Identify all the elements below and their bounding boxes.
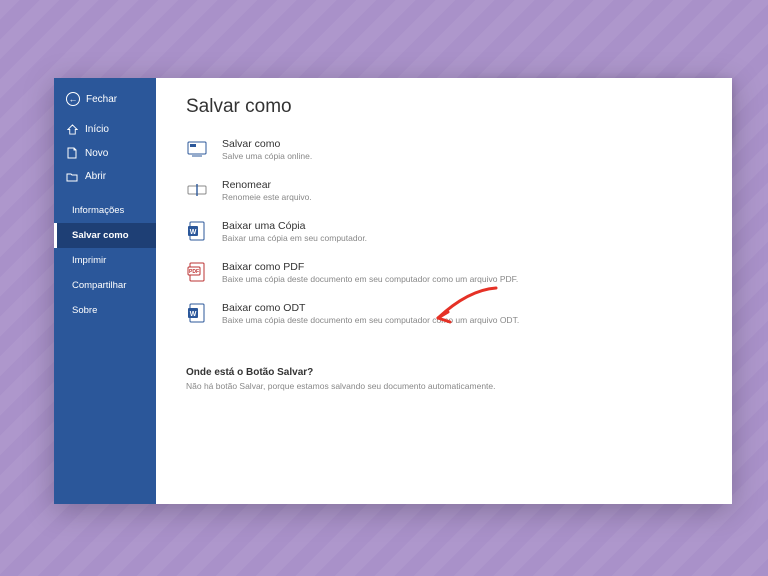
new-doc-icon [66,147,78,159]
option-desc: Baixar uma cópia em seu computador. [222,233,367,243]
sidebar-item-label: Novo [85,148,108,159]
option-baixar-copia[interactable]: W Baixar uma Cópia Baixar uma cópia em s… [186,214,706,255]
sidebar-item-sobre[interactable]: Sobre [54,298,156,323]
sidebar-item-salvar-como[interactable]: Salvar como [54,223,156,248]
back-button[interactable]: ← Fechar [54,86,156,118]
footer-answer: Não há botão Salvar, porque estamos salv… [186,381,706,391]
option-baixar-pdf[interactable]: PDF Baixar como PDF Baixe uma cópia dest… [186,255,706,296]
svg-text:W: W [190,229,197,236]
option-title: Salvar como [222,138,312,150]
option-desc: Baixe uma cópia deste documento em seu c… [222,315,519,325]
option-title: Baixar como ODT [222,302,519,314]
option-desc: Renomeie este arquivo. [222,192,312,202]
svg-text:PDF: PDF [189,269,199,275]
option-renomear[interactable]: Renomear Renomeie este arquivo. [186,173,706,214]
sidebar-item-label: Início [85,124,109,135]
option-desc: Salve uma cópia online. [222,151,312,161]
sidebar-item-compartilhar[interactable]: Compartilhar [54,273,156,298]
footer-question: Onde está o Botão Salvar? [186,367,706,378]
back-arrow-icon: ← [66,92,80,106]
option-desc: Baixe uma cópia deste documento em seu c… [222,274,518,284]
word-doc-icon: W [186,220,208,242]
sidebar-item-abrir[interactable]: Abrir [54,165,156,188]
sidebar-item-imprimir[interactable]: Imprimir [54,248,156,273]
svg-text:W: W [190,311,197,318]
option-baixar-odt[interactable]: W Baixar como ODT Baixe uma cópia deste … [186,296,706,337]
open-folder-icon [66,172,78,182]
rename-icon [186,179,208,201]
backstage-main: Salvar como Salvar como Salve uma cópia … [156,78,732,504]
sidebar-item-informacoes[interactable]: Informações [54,198,156,223]
sidebar-item-label: Abrir [85,171,106,182]
save-footer: Onde está o Botão Salvar? Não há botão S… [186,367,706,391]
backstage-window: ← Fechar Início Novo Abrir Informações S… [54,78,732,504]
pdf-doc-icon: PDF [186,261,208,283]
option-title: Renomear [222,179,312,191]
option-title: Baixar uma Cópia [222,220,367,232]
odt-doc-icon: W [186,302,208,324]
back-label: Fechar [86,94,117,105]
page-title: Salvar como [186,96,706,118]
save-cloud-icon [186,138,208,160]
sidebar-item-inicio[interactable]: Início [54,118,156,141]
option-salvar-como[interactable]: Salvar como Salve uma cópia online. [186,132,706,173]
backstage-sidebar: ← Fechar Início Novo Abrir Informações S… [54,78,156,504]
option-title: Baixar como PDF [222,261,518,273]
sidebar-item-novo[interactable]: Novo [54,141,156,165]
home-icon [66,124,78,135]
